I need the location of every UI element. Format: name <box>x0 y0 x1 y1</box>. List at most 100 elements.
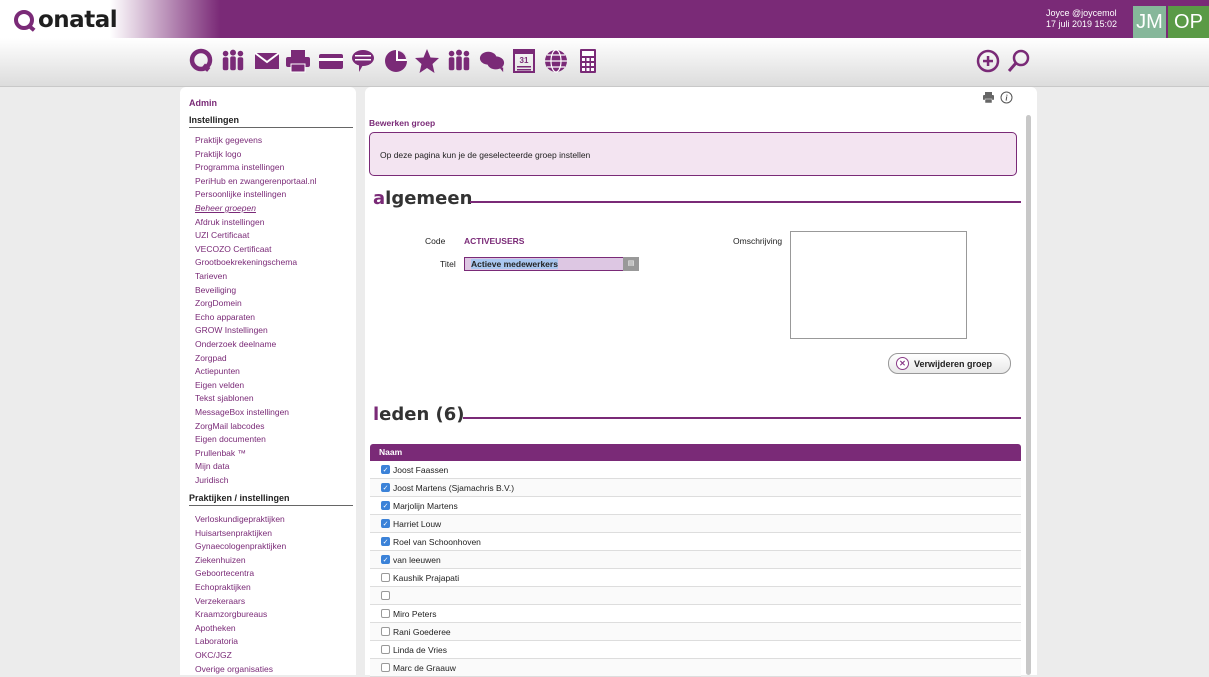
people-icon[interactable] <box>220 46 246 76</box>
member-checkbox[interactable]: ✓ <box>381 465 390 474</box>
add-icon[interactable] <box>975 46 1001 76</box>
sidebar-link[interactable]: Praktijk logo <box>195 149 241 159</box>
omschrijving-textarea[interactable] <box>790 231 967 339</box>
sidebar-link[interactable]: Tekst sjablonen <box>195 393 254 403</box>
sidebar-link[interactable]: Gynaecologenpraktijken <box>195 541 286 551</box>
sidebar-link[interactable]: Juridisch <box>195 475 229 485</box>
mail-icon[interactable] <box>254 46 280 76</box>
delete-group-label: Verwijderen groep <box>914 358 993 369</box>
sidebar-link[interactable]: Persoonlijke instellingen <box>195 189 286 199</box>
member-name: Kaushik Prajapati <box>393 572 460 583</box>
sidebar-link[interactable]: Laboratoria <box>195 636 238 646</box>
member-checkbox[interactable]: ✓ <box>381 483 390 492</box>
member-checkbox[interactable] <box>381 591 390 600</box>
sidebar-link[interactable]: Prullenbak ™ <box>195 448 246 458</box>
print-icon[interactable] <box>285 46 311 76</box>
main-panel: i Bewerken groep Op deze pagina kun je d… <box>365 87 1037 677</box>
member-row: Kaushik Prajapati <box>370 569 1021 587</box>
titel-input[interactable]: Actieve medewerkers <box>464 257 639 271</box>
members-table-header[interactable]: Naam <box>370 444 1021 461</box>
messages-icon[interactable] <box>479 46 505 76</box>
sidebar-link[interactable]: Overige organisaties <box>195 664 273 674</box>
member-row: ✓ Joost Faassen <box>370 461 1021 479</box>
sidebar-link[interactable]: MessageBox instellingen <box>195 407 289 417</box>
logo[interactable]: onatal <box>14 7 118 33</box>
globe-icon[interactable] <box>543 46 569 76</box>
sidebar-link[interactable]: Eigen velden <box>195 380 244 390</box>
chart-icon[interactable] <box>383 46 409 76</box>
member-row: Linda de Vries <box>370 641 1021 659</box>
member-checkbox[interactable] <box>381 573 390 582</box>
sidebar-link[interactable]: Tarieven <box>195 271 227 281</box>
search-icon[interactable] <box>1006 46 1032 76</box>
sidebar-link[interactable]: Verloskundigepraktijken <box>195 514 285 524</box>
member-row: ✓ Roel van Schoonhoven <box>370 533 1021 551</box>
member-row <box>370 587 1021 605</box>
sidebar-link[interactable]: Beveiliging <box>195 285 236 295</box>
sidebar-link[interactable]: Afdruk instellingen <box>195 217 264 227</box>
member-row: ✓ Joost Martens (Sjamachris B.V.) <box>370 479 1021 497</box>
member-checkbox[interactable] <box>381 609 390 618</box>
card-icon[interactable] <box>318 46 344 76</box>
sidebar-link[interactable]: Mijn data <box>195 461 230 471</box>
print-page-icon[interactable] <box>982 91 995 106</box>
sidebar-link[interactable]: Programma instellingen <box>195 162 284 172</box>
member-name: Roel van Schoonhoven <box>393 536 481 547</box>
calculator-icon[interactable] <box>575 46 601 76</box>
sidebar-link[interactable]: Echo apparaten <box>195 312 255 322</box>
group-icon[interactable] <box>446 46 472 76</box>
sidebar-link[interactable]: Kraamzorgbureaus <box>195 609 267 619</box>
omschrijving-label: Omschrijving <box>733 236 783 246</box>
member-checkbox[interactable]: ✓ <box>381 519 390 528</box>
sidebar-link[interactable]: Onderzoek deelname <box>195 339 276 349</box>
delete-group-button[interactable]: ✕ Verwijderen groep <box>888 353 1011 374</box>
calendar-icon[interactable]: 31 <box>511 46 537 76</box>
svg-text:31: 31 <box>520 56 529 65</box>
sidebar-link[interactable]: Apotheken <box>195 623 236 633</box>
sidebar-link[interactable]: PeriHub en zwangerenportaal.nl <box>195 176 316 186</box>
panel-actions: i <box>982 91 1013 106</box>
user-avatar-op[interactable]: OP <box>1168 6 1209 38</box>
sidebar-link[interactable]: Praktijk gegevens <box>195 135 262 145</box>
sidebar-link[interactable]: Geboortecentra <box>195 568 254 578</box>
member-checkbox[interactable]: ✓ <box>381 501 390 510</box>
sidebar-link[interactable]: VECOZO Certificaat <box>195 244 272 254</box>
sidebar-link[interactable]: GROW Instellingen <box>195 325 268 335</box>
member-name: Rani Goederee <box>393 626 451 637</box>
sidebar-link[interactable]: Zorgpad <box>195 353 227 363</box>
chat-icon[interactable] <box>350 46 376 76</box>
sidebar-link[interactable]: ZorgDomein <box>195 298 242 308</box>
code-label: Code <box>425 236 446 246</box>
logo-text: onatal <box>38 7 118 33</box>
sidebar-link[interactable]: Verzekeraars <box>195 596 245 606</box>
sidebar-link[interactable]: Beheer groepen <box>195 203 256 213</box>
home-icon[interactable] <box>188 46 214 76</box>
heading-rest: eden (6) <box>379 404 465 425</box>
sidebar-link[interactable]: Ziekenhuizen <box>195 555 246 565</box>
section-heading-algemeen: algemeen <box>373 188 472 209</box>
member-checkbox[interactable]: ✓ <box>381 555 390 564</box>
member-row: ✓ Harriet Louw <box>370 515 1021 533</box>
sidebar-link[interactable]: Grootboekrekeningschema <box>195 257 297 267</box>
text-template-icon[interactable]: ▤ <box>623 257 639 271</box>
member-checkbox[interactable] <box>381 663 390 672</box>
sidebar-link[interactable]: ZorgMail labcodes <box>195 421 264 431</box>
titel-label: Titel <box>440 259 456 269</box>
code-value: ACTIVEUSERS <box>464 236 525 246</box>
member-checkbox[interactable] <box>381 627 390 636</box>
sidebar-link[interactable]: Huisartsenpraktijken <box>195 528 272 538</box>
info-icon[interactable]: i <box>1000 91 1013 106</box>
star-icon[interactable] <box>414 46 440 76</box>
member-name: Linda de Vries <box>393 644 448 655</box>
member-name: Miro Peters <box>393 608 437 619</box>
heading-rest: lgemeen <box>385 188 473 209</box>
user-avatar-jm[interactable]: JM <box>1133 6 1166 38</box>
member-checkbox[interactable]: ✓ <box>381 537 390 546</box>
sidebar-link[interactable]: Actiepunten <box>195 366 240 376</box>
sidebar-link[interactable]: UZI Certificaat <box>195 230 249 240</box>
sidebar-link[interactable]: Echopraktijken <box>195 582 251 592</box>
member-checkbox[interactable] <box>381 645 390 654</box>
sidebar-link[interactable]: OKC/JGZ <box>195 650 232 660</box>
sidebar-link[interactable]: Eigen documenten <box>195 434 266 444</box>
scrollbar[interactable] <box>1026 115 1031 675</box>
